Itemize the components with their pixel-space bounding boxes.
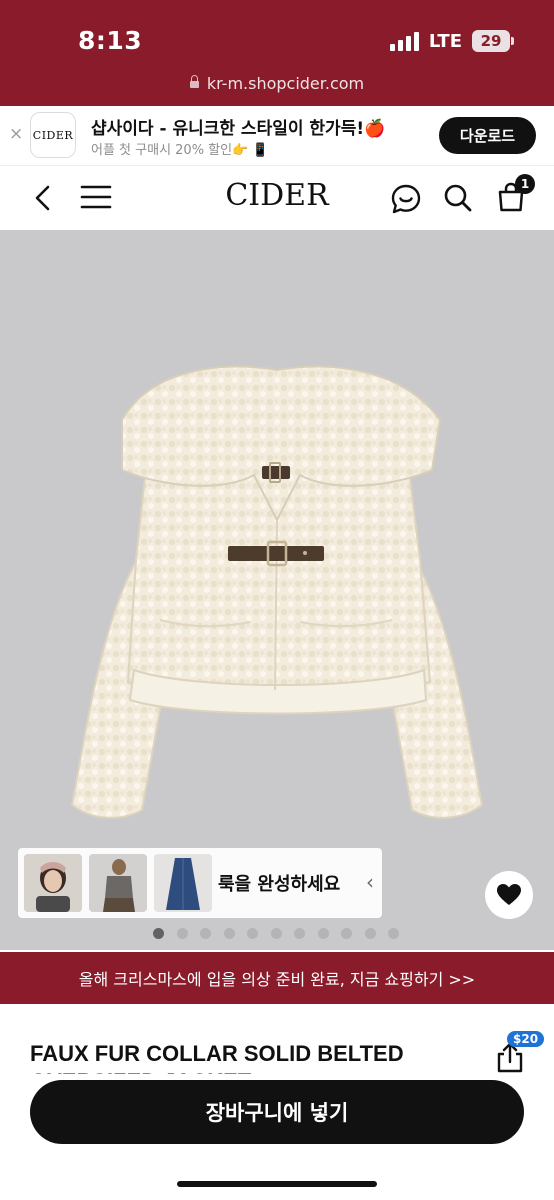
carousel-dot[interactable] bbox=[247, 928, 258, 939]
status-bar: 8:13 LTE 29 kr-m.shopcider.com bbox=[0, 0, 554, 106]
header-nav: CIDER 1 bbox=[0, 166, 554, 230]
url-text: kr-m.shopcider.com bbox=[206, 74, 365, 93]
price-badge: $20 bbox=[507, 1031, 545, 1047]
status-time: 8:13 bbox=[78, 26, 143, 55]
download-button[interactable]: 다운로드 bbox=[439, 117, 536, 154]
network-label: LTE bbox=[428, 30, 462, 52]
carousel-dot[interactable] bbox=[270, 928, 282, 939]
signal-icon bbox=[389, 31, 419, 51]
cart-count-badge: 1 bbox=[515, 174, 535, 194]
banner-title: 샵사이다 - 유니크한 스타일이 한가득!🍎 bbox=[91, 119, 386, 139]
carousel-dot[interactable] bbox=[341, 928, 352, 939]
promo-banner[interactable]: 올해 크리스마스에 입을 의상 준비 완료, 지금 쇼핑하기 >> bbox=[0, 952, 554, 1004]
lock-icon bbox=[189, 75, 199, 88]
lookbook-thumb-jacket[interactable] bbox=[89, 854, 147, 912]
wishlist-button[interactable] bbox=[485, 871, 533, 919]
banner-subtitle: 어플 첫 구매시 20% 할인👉 📱 bbox=[91, 143, 269, 158]
carousel-dot[interactable] bbox=[200, 928, 211, 939]
page: 8:13 LTE 29 kr-m.shopcider.com × CIDER 샵… bbox=[0, 0, 554, 1200]
search-icon[interactable] bbox=[443, 183, 473, 213]
home-indicator[interactable] bbox=[177, 1181, 377, 1187]
chat-icon[interactable] bbox=[390, 183, 422, 215]
chevron-left-icon[interactable]: ‹ bbox=[366, 870, 374, 894]
carousel-dot[interactable] bbox=[364, 928, 376, 939]
add-to-cart-button[interactable]: 장바구니에 넣기 bbox=[30, 1080, 524, 1144]
lookbook-card[interactable]: 룩을 완성하세요 ‹ bbox=[18, 848, 382, 918]
battery-icon: 29 bbox=[472, 30, 514, 52]
app-install-banner: × CIDER 샵사이다 - 유니크한 스타일이 한가득!🍎 어플 첫 구매시 … bbox=[0, 106, 554, 166]
carousel-dot[interactable] bbox=[176, 928, 188, 939]
carousel-dot[interactable] bbox=[294, 928, 305, 939]
carousel-dot[interactable] bbox=[223, 928, 235, 939]
heart-icon bbox=[497, 884, 521, 905]
carousel-dot[interactable] bbox=[153, 928, 164, 939]
url-bar[interactable]: kr-m.shopcider.com bbox=[0, 74, 554, 93]
lookbook-thumb-headband[interactable] bbox=[24, 854, 82, 912]
lookbook-thumb-skirt[interactable] bbox=[154, 854, 212, 912]
status-indicators: LTE 29 bbox=[389, 30, 514, 52]
product-title: FAUX FUR COLLAR SOLID BELTED OVERSIZED J… bbox=[30, 1041, 404, 1074]
app-logo: CIDER bbox=[30, 112, 76, 158]
product-photo bbox=[70, 365, 484, 819]
promo-text: 올해 크리스마스에 입을 의상 준비 완료, 지금 쇼핑하기 >> bbox=[78, 970, 476, 989]
banner-close-button[interactable]: × bbox=[9, 124, 23, 144]
product-image-carousel[interactable]: 룩을 완성하세요 ‹ bbox=[0, 230, 554, 950]
carousel-dot[interactable] bbox=[388, 928, 399, 939]
carousel-dot[interactable] bbox=[317, 928, 329, 939]
lookbook-text: 룩을 완성하세요 bbox=[218, 874, 341, 895]
carousel-dots bbox=[0, 928, 554, 940]
